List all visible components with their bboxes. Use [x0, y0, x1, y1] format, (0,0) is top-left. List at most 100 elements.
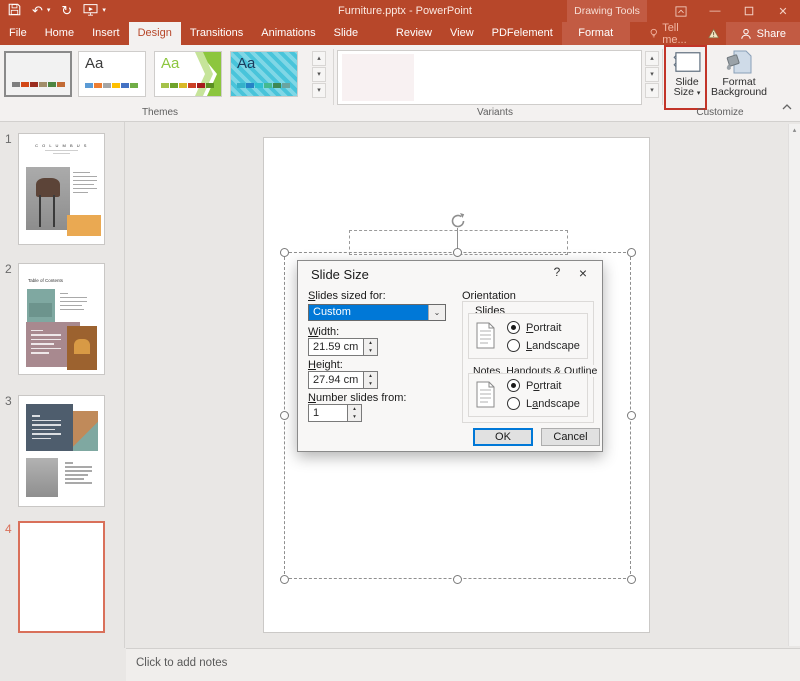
theme-swatches [237, 79, 291, 91]
theme-office[interactable] [4, 51, 72, 97]
slide-3-thumbnail[interactable] [18, 395, 105, 507]
tab-home[interactable]: Home [36, 22, 83, 45]
tab-view[interactable]: View [441, 22, 483, 45]
notes-landscape-label: Landscape [526, 397, 580, 410]
notes-portrait-radio[interactable]: Portrait [507, 379, 561, 392]
notes-landscape-radio[interactable]: Landscape [507, 397, 580, 410]
radio-icon[interactable] [507, 321, 520, 334]
cancel-button[interactable]: Cancel [541, 428, 600, 446]
ok-button[interactable]: OK [473, 428, 533, 446]
tab-animations[interactable]: Animations [252, 22, 324, 45]
theme-integral[interactable]: Aa [230, 51, 298, 97]
save-icon[interactable] [8, 3, 21, 19]
rotate-handle-icon[interactable] [447, 210, 469, 232]
dialog-help-button[interactable]: ? [546, 265, 568, 279]
variant-thumbnail[interactable] [342, 54, 414, 101]
vertical-scrollbar[interactable]: ▴ [788, 124, 800, 646]
selection-handle[interactable] [453, 248, 462, 257]
slide-1-title: C O L U M B U S [35, 143, 88, 148]
slide-editing-area: ▴ Slide Size ? × Slides sized for: Custo… [126, 122, 800, 648]
slide-thumbnail-panel: 1 C O L U M B U S 2 Table of Contents 3 … [0, 122, 125, 648]
variants-scroll-down-icon[interactable]: ▾ [645, 67, 659, 82]
radio-icon[interactable] [507, 397, 520, 410]
format-background-icon [726, 50, 752, 74]
tab-insert[interactable]: Insert [83, 22, 129, 45]
combo-chevron-icon[interactable]: ⌄ [428, 305, 445, 320]
dialog-close-button[interactable]: × [572, 265, 594, 281]
sized-for-label: Slides sized for: [308, 290, 386, 302]
number-slides-spinner[interactable]: 1 ▴ ▾ [308, 404, 362, 422]
themes-scroll-up-icon[interactable]: ▴ [312, 51, 326, 66]
selection-handle[interactable] [627, 411, 636, 420]
slides-sized-for-select[interactable]: Custom ⌄ [308, 304, 446, 321]
variants-gallery[interactable] [337, 50, 642, 105]
number-down-icon[interactable]: ▾ [348, 413, 361, 421]
tab-transitions[interactable]: Transitions [181, 22, 252, 45]
slide-1-number: 1 [5, 132, 12, 146]
undo-icon[interactable]: ↶ [32, 0, 43, 22]
selection-handle[interactable] [280, 575, 289, 584]
selection-handle[interactable] [627, 248, 636, 257]
slides-landscape-radio[interactable]: Landscape [507, 339, 580, 352]
themes-scroll-down-icon[interactable]: ▾ [312, 67, 326, 82]
tab-slide-show[interactable]: Slide Show [325, 22, 387, 62]
variants-scroll-up-icon[interactable]: ▴ [645, 51, 659, 66]
number-up-icon[interactable]: ▴ [348, 405, 361, 413]
selection-handle[interactable] [280, 248, 289, 257]
redo-icon[interactable]: ↻ [61, 0, 72, 22]
theme-swatches [12, 78, 66, 90]
start-presentation-icon[interactable] [83, 3, 98, 19]
group-separator [333, 49, 334, 105]
themes-gallery-scroll: ▴ ▾ ▾ [312, 51, 326, 98]
minimize-button[interactable]: — [698, 0, 732, 22]
ribbon: Aa Aa Aa ▴ ▾ ▾ Themes ▴ ▾ ▾ Variants Sli… [0, 45, 800, 122]
share-button[interactable]: Share [725, 22, 800, 45]
radio-icon[interactable] [507, 379, 520, 392]
theme-aa-glyph: Aa [85, 55, 104, 72]
collapse-ribbon-icon[interactable] [782, 101, 792, 113]
notes-pane[interactable]: Click to add notes [126, 648, 800, 681]
slides-portrait-radio[interactable]: Portrait [507, 321, 561, 334]
tab-pdfelement[interactable]: PDFelement [483, 22, 562, 45]
height-spinner[interactable]: 27.94 cm ▴ ▾ [308, 371, 378, 389]
height-value[interactable]: 27.94 cm [308, 371, 364, 389]
selection-handle[interactable] [627, 575, 636, 584]
width-down-icon[interactable]: ▾ [364, 347, 377, 355]
radio-icon[interactable] [507, 339, 520, 352]
slide-1-thumbnail[interactable]: C O L U M B U S [18, 133, 105, 245]
width-value[interactable]: 21.59 cm [308, 338, 364, 356]
height-down-icon[interactable]: ▾ [364, 380, 377, 388]
tab-design[interactable]: Design [128, 22, 181, 45]
height-up-icon[interactable]: ▴ [364, 372, 377, 380]
theme-facet[interactable]: Aa [154, 51, 222, 97]
themes-more-icon[interactable]: ▾ [312, 83, 326, 98]
restore-button[interactable] [732, 0, 766, 22]
themes-group-label: Themes [141, 107, 179, 118]
variants-more-icon[interactable]: ▾ [645, 83, 659, 98]
quick-access-toolbar: ↶ ▾ ↻ ▾ [8, 0, 106, 22]
customize-qat-icon[interactable]: ▾ [102, 0, 106, 22]
tab-review[interactable]: Review [387, 22, 441, 45]
selection-handle[interactable] [280, 411, 289, 420]
ribbon-display-options-icon[interactable] [664, 0, 698, 22]
slide-4-thumbnail[interactable] [18, 521, 105, 633]
number-slides-value[interactable]: 1 [308, 404, 348, 422]
scroll-up-icon[interactable]: ▴ [789, 126, 800, 134]
close-button[interactable]: ✕ [766, 0, 800, 22]
group-separator [662, 49, 663, 105]
format-background-button[interactable]: Format Background [710, 50, 768, 98]
annotation-highlight-box [664, 45, 707, 110]
warning-icon[interactable] [708, 27, 720, 40]
tell-me-box[interactable]: Tell me... [644, 22, 726, 46]
powerpoint-window: ↶ ▾ ↻ ▾ Furniture.pptx - PowerPoint Draw… [0, 0, 800, 681]
theme-basic[interactable]: Aa [78, 51, 146, 97]
width-spinner[interactable]: 21.59 cm ▴ ▾ [308, 338, 378, 356]
tab-format[interactable]: Format [561, 22, 630, 45]
notes-portrait-label: Portrait [526, 379, 562, 392]
width-up-icon[interactable]: ▴ [364, 339, 377, 347]
selection-handle[interactable] [453, 575, 462, 584]
slide-2-thumbnail[interactable]: Table of Contents [18, 263, 105, 375]
undo-dropdown-icon[interactable]: ▾ [47, 0, 51, 22]
slides-portrait-label: Portrait [526, 321, 562, 334]
tab-file[interactable]: File [0, 22, 36, 45]
